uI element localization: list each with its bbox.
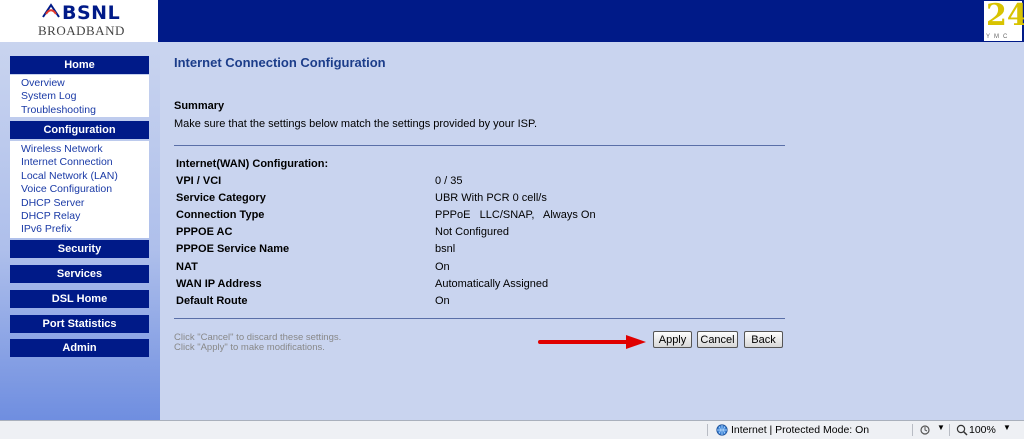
red-arrow-icon (538, 335, 646, 349)
row-value: Automatically Assigned (435, 278, 549, 290)
row-label: VPI / VCI (176, 175, 222, 187)
header-bar: BSNL BROADBAND 24 YMC (0, 0, 1024, 42)
hint-apply: Click "Apply" to make modifications. (174, 342, 325, 353)
page-title: Internet Connection Configuration (174, 55, 386, 70)
row-label: PPPOE AC (176, 226, 233, 238)
nav-link-system-log[interactable]: System Log (10, 90, 149, 103)
sidebar: Home Overview System Log Troubleshooting… (0, 42, 160, 420)
row-value: bsnl (435, 243, 456, 255)
summary-description: Make sure that the settings below match … (174, 118, 537, 130)
divider-top (174, 145, 785, 146)
nav-link-local-network[interactable]: Local Network (LAN) (10, 170, 149, 183)
vendor-logo: 24 YMC (984, 0, 1024, 41)
nav-home-submenu: Overview System Log Troubleshooting (10, 75, 149, 117)
nav-services[interactable]: Services (10, 265, 149, 283)
nav-link-dhcp-relay[interactable]: DHCP Relay (10, 210, 149, 223)
config-row: PPPOE Service Name bsnl (176, 243, 786, 260)
vendor-logo-sub: YMC (986, 34, 1012, 40)
nav-configuration-submenu: Wireless Network Internet Connection Loc… (10, 141, 149, 238)
config-row: WAN IP Address Automatically Assigned (176, 278, 786, 295)
zoom-icon (956, 424, 968, 436)
section-label: Internet(WAN) Configuration: (176, 158, 329, 170)
nav-link-voice-configuration[interactable]: Voice Configuration (10, 183, 149, 196)
row-value: On (435, 295, 450, 307)
nav-link-ipv6-prefix[interactable]: IPv6 Prefix (10, 223, 149, 236)
bsnl-logo[interactable]: BSNL BROADBAND (0, 0, 158, 42)
config-row: Default Route On (176, 295, 786, 312)
row-label: Default Route (176, 295, 248, 307)
nav-configuration[interactable]: Configuration (10, 121, 149, 139)
section-label-row: Internet(WAN) Configuration: (176, 158, 786, 175)
nav-admin[interactable]: Admin (10, 339, 149, 357)
nav-security[interactable]: Security (10, 240, 149, 258)
nav-link-wireless-network[interactable]: Wireless Network (10, 143, 149, 156)
row-label: PPPOE Service Name (176, 243, 290, 255)
nav-link-overview[interactable]: Overview (10, 77, 149, 90)
apply-button[interactable]: Apply (653, 331, 692, 348)
summary-title: Summary (174, 100, 225, 112)
security-settings-icon[interactable] (920, 424, 934, 436)
bsnl-logo-icon (42, 3, 60, 18)
row-label: NAT (176, 261, 198, 273)
browser-status-bar: Internet | Protected Mode: On ▼ 100% ▼ (0, 420, 1024, 439)
row-label: Connection Type (176, 209, 265, 221)
nav-home[interactable]: Home (10, 56, 149, 74)
nav-link-troubleshooting[interactable]: Troubleshooting (10, 104, 149, 117)
row-label: WAN IP Address (176, 278, 262, 290)
nav-link-internet-connection[interactable]: Internet Connection (10, 156, 149, 169)
status-separator (707, 424, 708, 436)
status-separator (949, 424, 950, 436)
row-value: 0 / 35 (435, 175, 463, 187)
nav-port-statistics[interactable]: Port Statistics (10, 315, 149, 333)
vendor-logo-number: 24 (986, 0, 1024, 33)
globe-icon (716, 424, 728, 436)
nav-dsl-home[interactable]: DSL Home (10, 290, 149, 308)
divider-bottom (174, 318, 785, 319)
chevron-down-icon[interactable]: ▼ (937, 423, 945, 432)
brand-sub: BROADBAND (38, 23, 125, 38)
config-row: VPI / VCI 0 / 35 (176, 175, 786, 192)
row-value: PPPoE LLC/SNAP, Always On (435, 209, 596, 221)
action-hint: Click "Cancel" to discard these settings… (174, 333, 341, 353)
row-value: Not Configured (435, 226, 509, 238)
main-content: Internet Connection Configuration Summar… (160, 42, 1024, 420)
brand-name: BSNL (62, 2, 121, 24)
row-value: On (435, 261, 450, 273)
zoom-chevron-down-icon[interactable]: ▼ (1003, 423, 1011, 432)
status-separator (912, 424, 913, 436)
security-zone-text[interactable]: Internet | Protected Mode: On (731, 424, 869, 436)
config-row: Connection Type PPPoE LLC/SNAP, Always O… (176, 209, 786, 226)
nav-link-dhcp-server[interactable]: DHCP Server (10, 197, 149, 210)
row-label: Service Category (176, 192, 266, 204)
cancel-button[interactable]: Cancel (697, 331, 738, 348)
zoom-level[interactable]: 100% (969, 424, 996, 436)
config-row: NAT On (176, 261, 786, 278)
config-row: Service Category UBR With PCR 0 cell/s (176, 192, 786, 209)
row-value: UBR With PCR 0 cell/s (435, 192, 547, 204)
config-row: PPPOE AC Not Configured (176, 226, 786, 243)
back-button[interactable]: Back (744, 331, 783, 348)
